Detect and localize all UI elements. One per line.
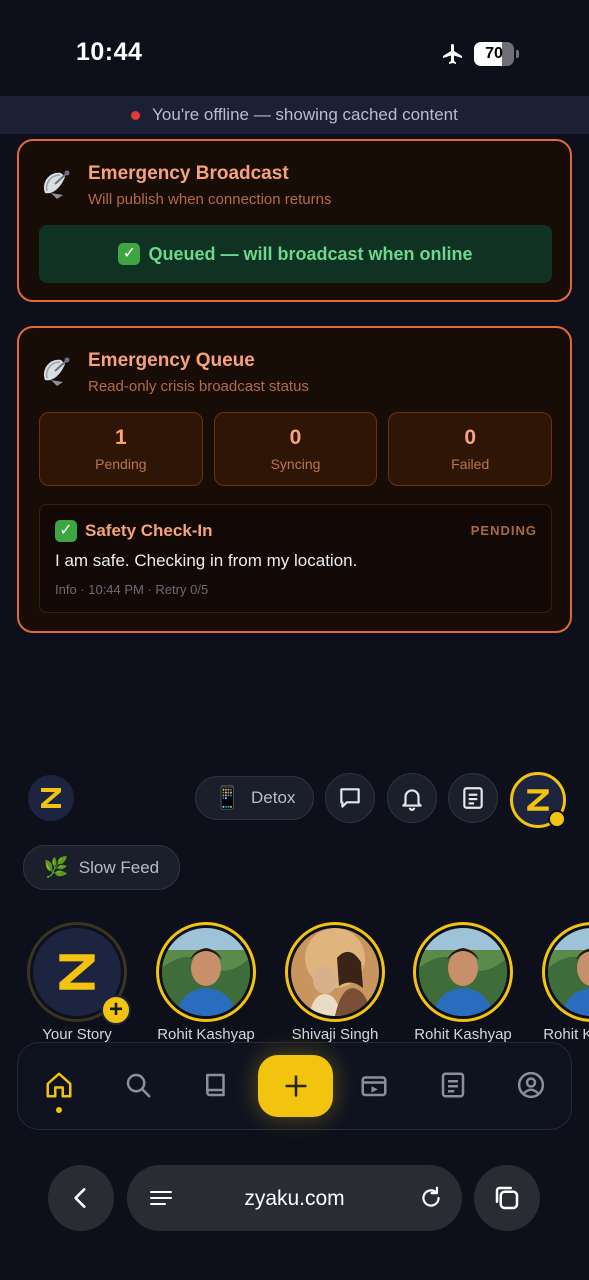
queue-title: Emergency Queue	[88, 350, 255, 371]
reload-icon[interactable]	[418, 1185, 444, 1211]
stat-label: Pending	[95, 456, 147, 472]
book-icon	[206, 1073, 225, 1097]
battery-level: 70	[485, 45, 503, 62]
check-mark-icon: ✓	[118, 243, 141, 265]
story-avatar	[291, 928, 379, 1016]
queue-item-meta: Info · 10:44 PM · Retry 0/5	[55, 582, 209, 597]
notifications-button[interactable]	[387, 773, 437, 823]
user-circle-icon	[517, 1071, 545, 1099]
detox-button[interactable]: 📱 Detox	[195, 776, 314, 820]
story-name: Rohit Kashyap	[543, 1026, 589, 1042]
tab-notes[interactable]	[433, 1065, 473, 1105]
stat-value: 0	[464, 426, 477, 449]
stat-failed: 0 Failed	[388, 412, 553, 486]
video-clapper-icon	[361, 1076, 387, 1097]
plus-icon	[284, 1075, 307, 1097]
story-item[interactable]: Shivaji Singh	[285, 922, 385, 1042]
bottom-tab-bar	[17, 1042, 572, 1130]
add-story-icon[interactable]: +	[101, 995, 131, 1025]
document-icon	[463, 787, 483, 809]
queued-status-text: Queued — will broadcast when online	[148, 243, 473, 264]
queue-subtitle: Read-only crisis broadcast status	[88, 378, 309, 395]
z-logo-icon	[527, 789, 549, 811]
story-avatar	[419, 928, 507, 1016]
tab-home[interactable]	[39, 1065, 79, 1105]
story-name: Shivaji Singh	[291, 1026, 379, 1042]
home-icon	[46, 1072, 72, 1098]
satellite-dish-icon	[43, 170, 70, 199]
offline-banner: You're offline — showing cached content	[0, 96, 589, 134]
airplane-mode-icon	[443, 44, 462, 64]
battery-indicator: 70	[474, 42, 519, 66]
search-icon	[126, 1073, 151, 1098]
offline-banner-text: You're offline — showing cached content	[152, 105, 458, 124]
story-ring	[285, 922, 385, 1022]
emergency-broadcast-card: Emergency Broadcast Will publish when co…	[17, 139, 572, 302]
z-logo-icon	[59, 954, 95, 990]
story-name: Your Story	[42, 1026, 112, 1042]
story-ring	[156, 922, 256, 1022]
story-item[interactable]: Rohit Kashyap	[413, 922, 513, 1042]
story-avatar	[548, 928, 589, 1016]
z-logo-icon	[41, 788, 61, 808]
queue-item-title: ✓ Safety Check-In	[55, 520, 213, 542]
emergency-queue-card: Emergency Queue Read-only crisis broadca…	[17, 326, 572, 633]
stat-value: 1	[114, 426, 127, 449]
story-item[interactable]: Rohit Kashyap	[156, 922, 256, 1042]
app-logo[interactable]	[28, 775, 74, 821]
story-name: Rohit Kashyap	[414, 1026, 512, 1042]
tab-profile[interactable]	[511, 1065, 551, 1105]
offline-dot-icon	[131, 110, 141, 120]
stat-syncing: 0 Syncing	[213, 412, 378, 486]
phone-icon: 📱	[213, 785, 241, 810]
queue-item-status: PENDING	[470, 523, 537, 538]
satellite-dish-icon	[43, 357, 70, 386]
stat-label: Syncing	[270, 456, 321, 472]
queue-item[interactable]: ✓ Safety Check-In PENDING I am safe. Che…	[39, 504, 552, 613]
messages-button[interactable]	[325, 773, 375, 823]
active-tab-indicator	[56, 1107, 62, 1113]
address-bar[interactable]: zyaku.com	[127, 1165, 462, 1231]
detox-label: Detox	[250, 788, 296, 807]
document-icon	[441, 1072, 465, 1098]
stat-pending: 1 Pending	[39, 412, 203, 486]
story-avatar	[162, 928, 250, 1016]
story-item[interactable]: Rohit Kashyap	[542, 922, 589, 1042]
tab-videos[interactable]	[354, 1065, 394, 1105]
browser-tabs-button[interactable]	[474, 1165, 540, 1231]
profile-avatar[interactable]	[510, 772, 566, 828]
queue-stats: 1 Pending 0 Syncing 0 Failed	[39, 412, 553, 486]
stat-label: Failed	[451, 456, 490, 472]
stories-row: + Your Story Rohit Kashyap Shivaji Singh…	[0, 922, 589, 1042]
slow-feed-chip[interactable]: 🌿 Slow Feed	[23, 845, 180, 890]
slow-feed-label: Slow Feed	[78, 857, 160, 877]
verified-badge-icon	[548, 810, 566, 828]
leaf-icon: 🌿	[43, 857, 69, 879]
address-url: zyaku.com	[244, 1187, 345, 1210]
story-ring	[542, 922, 589, 1022]
chevron-left-icon	[74, 1188, 86, 1208]
stat-value: 0	[289, 426, 302, 449]
check-mark-icon: ✓	[55, 520, 77, 542]
browser-back-button[interactable]	[48, 1165, 114, 1231]
top-action-bar: 📱 Detox	[0, 770, 589, 830]
story-ring	[413, 922, 513, 1022]
bell-icon	[402, 789, 422, 811]
broadcast-title: Emergency Broadcast	[88, 163, 289, 184]
create-post-button[interactable]	[258, 1055, 333, 1117]
browser-toolbar: zyaku.com	[0, 1152, 589, 1252]
queue-item-title-text: Safety Check-In	[85, 521, 213, 540]
tab-search[interactable]	[118, 1065, 158, 1105]
broadcast-subtitle: Will publish when connection returns	[88, 191, 332, 208]
tab-library[interactable]	[196, 1065, 236, 1105]
status-bar: 10:44 70	[0, 0, 589, 96]
tabs-icon	[495, 1186, 519, 1210]
notes-button[interactable]	[448, 773, 498, 823]
status-time: 10:44	[76, 38, 143, 66]
story-name: Rohit Kashyap	[157, 1026, 255, 1042]
queue-item-message: I am safe. Checking in from my location.	[55, 551, 358, 570]
queued-status-box: ✓ Queued — will broadcast when online	[39, 225, 552, 283]
chat-bubble-icon	[340, 788, 360, 808]
story-your-story[interactable]: + Your Story	[27, 922, 131, 1042]
